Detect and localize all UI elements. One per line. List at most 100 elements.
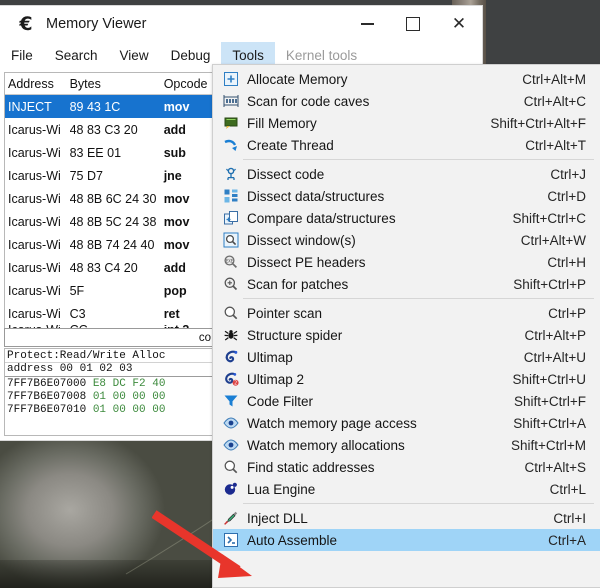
menu-item-inject-dll[interactable]: Inject DLLCtrl+I [213, 507, 600, 529]
disassembler-row[interactable]: Icarus-Wi75 D7jne [5, 164, 215, 187]
menu-item-compare-data-structures[interactable]: Compare data/structuresShift+Ctrl+C [213, 207, 600, 229]
lua-engine-icon [219, 480, 243, 498]
menu-item-label: Dissect data/structures [247, 189, 529, 204]
hex-dump-row[interactable]: 7FF7B6E07000 E8 DC F2 40 [5, 377, 213, 390]
menu-item-shortcut: Ctrl+L [532, 482, 586, 497]
menu-item-shortcut: Shift+Ctrl+C [494, 211, 586, 226]
row-bytes: 75 D7 [70, 169, 164, 183]
row-address: Icarus-Wi [5, 215, 70, 229]
menu-item-ultimap[interactable]: UltimapCtrl+Alt+U [213, 346, 600, 368]
menu-item-lua-engine[interactable]: Lua EngineCtrl+L [213, 478, 600, 500]
row-opcode: mov [164, 238, 215, 252]
column-header-address[interactable]: Address [5, 77, 70, 91]
row-bytes: 83 EE 01 [70, 146, 164, 160]
menu-item-pointer-scan[interactable]: Pointer scanCtrl+P [213, 302, 600, 324]
menu-item-code-filter[interactable]: Code FilterShift+Ctrl+F [213, 390, 600, 412]
row-opcode: sub [164, 146, 215, 160]
disassembler-row[interactable]: Icarus-Wi5Fpop [5, 279, 215, 302]
disassembler-row[interactable]: Icarus-Wi48 8B 6C 24 30mov [5, 187, 215, 210]
row-bytes: 48 8B 74 24 40 [70, 238, 164, 252]
menu-item-dissect-pe-headers[interactable]: EXEDissect PE headersCtrl+H [213, 251, 600, 273]
disassembler-row[interactable]: Icarus-Wi48 83 C3 20add [5, 118, 215, 141]
menu-item-shortcut: Ctrl+H [529, 255, 586, 270]
window-controls: ✕ [344, 6, 482, 42]
row-bytes: 48 83 C3 20 [70, 123, 164, 137]
ultimap-icon [219, 348, 243, 366]
hex-row-address: 7FF7B6E07010 [7, 404, 86, 416]
menu-view[interactable]: View [109, 42, 160, 68]
menu-item-label: Fill Memory [247, 116, 472, 131]
code-filter-icon [219, 392, 243, 410]
row-bytes: 5F [70, 284, 164, 298]
menu-file[interactable]: File [0, 42, 44, 68]
watch-page-access-icon [219, 414, 243, 432]
menu-item-shortcut: Shift+Ctrl+F [496, 394, 586, 409]
row-bytes: 48 83 C4 20 [70, 261, 164, 275]
menu-item-auto-assemble[interactable]: Auto AssembleCtrl+A [213, 529, 600, 551]
menu-item-scan-for-patches[interactable]: Scan for patchesShift+Ctrl+P [213, 273, 600, 295]
column-header-bytes[interactable]: Bytes [70, 77, 164, 91]
comment-input[interactable]: co [4, 328, 214, 347]
disassembler-row[interactable]: INJECT89 43 1Cmov [5, 95, 215, 118]
menu-item-label: Scan for patches [247, 277, 495, 292]
menu-item-label: Dissect PE headers [247, 255, 529, 270]
menu-item-label: Structure spider [247, 328, 506, 343]
menu-item-shortcut: Ctrl+Alt+S [506, 460, 586, 475]
menu-item-label: Pointer scan [247, 306, 530, 321]
menu-item-label: Watch memory page access [247, 416, 495, 431]
row-bytes: 89 43 1C [70, 100, 164, 114]
scan-for-patches-icon [219, 275, 243, 293]
row-opcode: pop [164, 284, 215, 298]
ultimap2-icon: 2 [219, 370, 243, 388]
disassembler-row[interactable]: Icarus-Wi83 EE 01sub [5, 141, 215, 164]
disassembler-row[interactable]: Icarus-WiC3ret [5, 302, 215, 325]
fill-memory-icon [219, 114, 243, 132]
menu-item-shortcut: Ctrl+I [535, 511, 586, 526]
menu-item-shortcut: Ctrl+P [530, 306, 586, 321]
hex-dump-panel[interactable]: Protect:Read/Write Alloc address 00 01 0… [4, 348, 214, 436]
menu-item-label: Lua Engine [247, 482, 532, 497]
disassembler-header: Address Bytes Opcode [5, 73, 215, 95]
menu-item-watch-memory-page-access[interactable]: Watch memory page accessShift+Ctrl+A [213, 412, 600, 434]
row-address: Icarus-Wi [5, 307, 70, 321]
menu-item-label: Auto Assemble [247, 533, 530, 548]
menu-item-find-static-addresses[interactable]: Find static addressesCtrl+Alt+S [213, 456, 600, 478]
auto-assemble-icon [219, 531, 243, 549]
disassembler-row[interactable]: Icarus-Wi48 8B 5C 24 38mov [5, 210, 215, 233]
create-thread-icon [219, 136, 243, 154]
hex-dump-row[interactable]: 7FF7B6E07010 01 00 00 00 [5, 403, 213, 416]
row-address: Icarus-Wi [5, 146, 70, 160]
menu-item-create-thread[interactable]: Create ThreadCtrl+Alt+T [213, 134, 600, 156]
close-button[interactable]: ✕ [436, 6, 482, 42]
watch-allocations-icon [219, 436, 243, 454]
column-header-opcode[interactable]: Opcode [164, 77, 215, 91]
menu-item-dissect-code[interactable]: Dissect codeCtrl+J [213, 163, 600, 185]
menu-item-label: Scan for code caves [247, 94, 506, 109]
allocate-memory-icon [219, 70, 243, 88]
menu-item-dissect-window-s[interactable]: Dissect window(s)Ctrl+Alt+W [213, 229, 600, 251]
menu-item-shortcut: Shift+Ctrl+Alt+F [472, 116, 586, 131]
disassembler-row[interactable]: Icarus-Wi48 83 C4 20add [5, 256, 215, 279]
row-opcode: mov [164, 192, 215, 206]
menu-search[interactable]: Search [44, 42, 109, 68]
menu-item-shortcut: Shift+Ctrl+U [494, 372, 586, 387]
row-bytes: C3 [70, 307, 164, 321]
menu-item-fill-memory[interactable]: Fill MemoryShift+Ctrl+Alt+F [213, 112, 600, 134]
menu-item-label: Watch memory allocations [247, 438, 493, 453]
menu-item-allocate-memory[interactable]: Allocate MemoryCtrl+Alt+M [213, 68, 600, 90]
row-opcode: jne [164, 169, 215, 183]
menu-item-watch-memory-allocations[interactable]: Watch memory allocationsShift+Ctrl+M [213, 434, 600, 456]
menu-item-structure-spider[interactable]: Structure spiderCtrl+Alt+P [213, 324, 600, 346]
hex-dump-row[interactable]: 7FF7B6E07008 01 00 00 00 [5, 390, 213, 403]
disassembler-rows: INJECT89 43 1CmovIcarus-Wi48 83 C3 20add… [5, 95, 215, 329]
row-address: Icarus-Wi [5, 261, 70, 275]
disassembler-row[interactable]: Icarus-Wi48 8B 74 24 40mov [5, 233, 215, 256]
hex-row-bytes: 01 00 00 00 [93, 391, 166, 403]
hex-dump-rows: 7FF7B6E07000 E8 DC F2 407FF7B6E07008 01 … [5, 377, 213, 416]
menu-item-ultimap-2[interactable]: 2Ultimap 2Shift+Ctrl+U [213, 368, 600, 390]
disassembler-list[interactable]: Address Bytes Opcode INJECT89 43 1CmovIc… [4, 72, 216, 329]
menu-item-dissect-data-structures[interactable]: Dissect data/structuresCtrl+D [213, 185, 600, 207]
maximize-button[interactable] [390, 6, 436, 42]
menu-item-scan-for-code-caves[interactable]: Scan for code cavesCtrl+Alt+C [213, 90, 600, 112]
minimize-button[interactable] [344, 6, 390, 42]
